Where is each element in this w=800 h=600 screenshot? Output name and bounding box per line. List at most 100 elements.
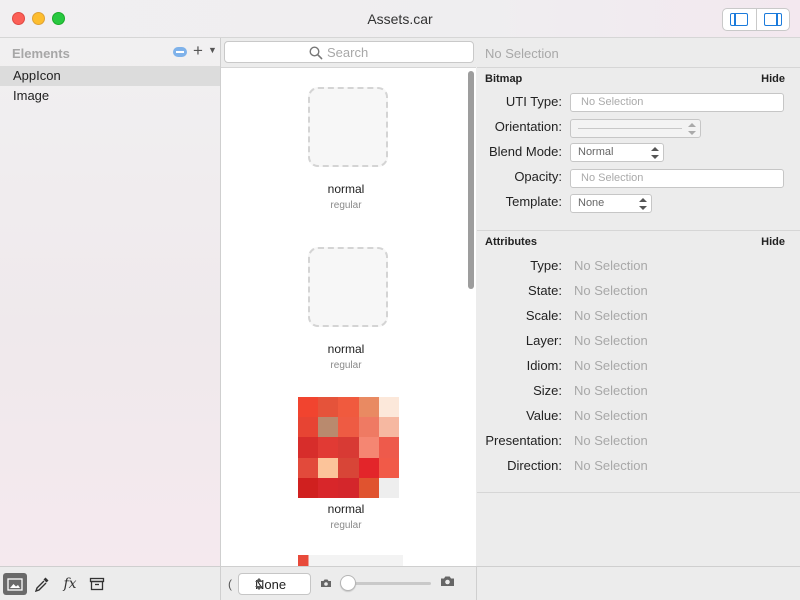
- mosaic-tile: [298, 397, 319, 418]
- title-bar: Assets.car: [0, 0, 800, 38]
- size-label: Size:: [533, 383, 562, 398]
- empty-rendition-placeholder: [308, 87, 388, 167]
- rendition-name: normal: [327, 342, 365, 356]
- bitmap-hide-button[interactable]: Hide: [761, 73, 785, 85]
- empty-rendition-placeholder: [308, 247, 388, 327]
- updown-arrows-icon: [639, 197, 647, 211]
- fx-icon: fx: [63, 576, 77, 592]
- scale-value: No Selection: [574, 308, 648, 323]
- mosaic-tile: [338, 417, 359, 438]
- updown-arrows-icon: [688, 122, 696, 136]
- rendition-name: normal: [327, 182, 365, 196]
- attributes-hide-button[interactable]: Hide: [761, 236, 785, 248]
- mosaic-tile: [358, 477, 379, 498]
- large-camera-icon: [440, 575, 455, 590]
- mosaic-tile: [318, 457, 339, 478]
- mosaic-tile: [318, 437, 339, 458]
- right-sidebar-icon: [763, 13, 782, 26]
- state-value: No Selection: [574, 283, 648, 298]
- orientation-label: Orientation:: [494, 119, 562, 134]
- inspector-title: No Selection: [485, 46, 559, 61]
- blend-mode-popup[interactable]: Normal: [570, 143, 664, 162]
- uti-type-field[interactable]: No Selection: [570, 93, 784, 112]
- truncated-label: (: [228, 577, 232, 591]
- orientation-popup[interactable]: [570, 119, 701, 138]
- mosaic-tile: [378, 417, 399, 438]
- toggle-left-panel-button[interactable]: [723, 9, 756, 30]
- effects-tool-button[interactable]: fx: [58, 573, 82, 595]
- opacity-label: Opacity:: [514, 169, 562, 184]
- value-label: Value:: [526, 408, 562, 423]
- state-label: State:: [528, 283, 562, 298]
- value-value: No Selection: [574, 408, 648, 423]
- pixelated-image-thumbnail: [298, 397, 399, 498]
- mosaic-tile: [298, 437, 319, 458]
- panel-toggle-group: [722, 8, 790, 31]
- rendition-subtitle: regular: [330, 200, 362, 211]
- presentation-label: Presentation:: [485, 433, 562, 448]
- mosaic-tile: [358, 397, 379, 418]
- scale-label: Scale:: [525, 308, 562, 323]
- template-value: None: [578, 197, 605, 209]
- archive-tool-button[interactable]: [85, 573, 109, 595]
- eyedropper-icon: [34, 577, 49, 592]
- add-element-button[interactable]: +: [193, 41, 203, 61]
- add-menu-chevron-icon[interactable]: ▼: [208, 45, 217, 55]
- zoom-slider-track[interactable]: [347, 582, 431, 585]
- divider: [477, 230, 800, 231]
- search-input[interactable]: [327, 44, 467, 60]
- toggle-right-panel-button[interactable]: [755, 9, 790, 30]
- layer-value: No Selection: [574, 333, 648, 348]
- zoom-slider-knob[interactable]: [340, 575, 356, 591]
- mosaic-tile: [318, 417, 339, 438]
- type-label: Type:: [530, 258, 562, 273]
- image-tool-button[interactable]: [3, 573, 27, 595]
- renditions-list: normal regular normal regular normal reg…: [221, 67, 476, 566]
- mosaic-tile: [378, 477, 399, 498]
- mosaic-tile: [298, 457, 319, 478]
- sidebar-item-appicon[interactable]: AppIcon: [0, 66, 220, 86]
- mosaic-tile: [298, 417, 319, 438]
- remove-element-button[interactable]: [173, 47, 187, 57]
- small-camera-icon: [320, 576, 332, 591]
- search-field[interactable]: [224, 41, 474, 63]
- mosaic-tile: [298, 477, 319, 498]
- divider: [477, 67, 800, 68]
- type-value: No Selection: [574, 258, 648, 273]
- list-scrollbar[interactable]: [468, 71, 474, 289]
- divider: [477, 492, 800, 493]
- template-popup[interactable]: None: [570, 194, 652, 213]
- direction-value: No Selection: [574, 458, 648, 473]
- mosaic-tile: [378, 437, 399, 458]
- layer-label: Layer:: [525, 333, 562, 348]
- archive-icon: [89, 577, 105, 591]
- divider: [476, 567, 477, 600]
- mosaic-tile: [338, 457, 359, 478]
- divider: [220, 567, 221, 600]
- updown-arrows-icon: [651, 146, 659, 160]
- mosaic-tile: [358, 457, 379, 478]
- empty-value-line: [578, 128, 682, 129]
- background-popup[interactable]: None: [238, 573, 311, 595]
- sidebar-item-image[interactable]: Image: [0, 86, 220, 106]
- bottom-toolbar: fx ( None: [0, 566, 800, 600]
- eyedropper-tool-button[interactable]: [30, 573, 54, 595]
- bitmap-section-header: Bitmap: [485, 73, 523, 85]
- mosaic-tile: [318, 397, 339, 418]
- idiom-label: Idiom:: [526, 358, 562, 373]
- elements-sidebar: Elements + ▼ AppIcon Image: [0, 38, 221, 566]
- sidebar-header: Elements: [12, 46, 70, 61]
- updown-arrows-icon: [255, 577, 263, 591]
- rendition-subtitle: regular: [330, 520, 362, 531]
- size-value: No Selection: [574, 383, 648, 398]
- image-icon: [7, 577, 23, 591]
- rendition-name: normal: [327, 502, 365, 516]
- mosaic-tile: [338, 477, 359, 498]
- blend-mode-value: Normal: [578, 146, 614, 158]
- direction-label: Direction:: [507, 458, 562, 473]
- window-title: Assets.car: [367, 11, 433, 27]
- template-label: Template:: [505, 194, 562, 209]
- opacity-field[interactable]: No Selection: [570, 169, 784, 188]
- left-sidebar-icon: [730, 13, 749, 26]
- attributes-section-header: Attributes: [485, 236, 537, 248]
